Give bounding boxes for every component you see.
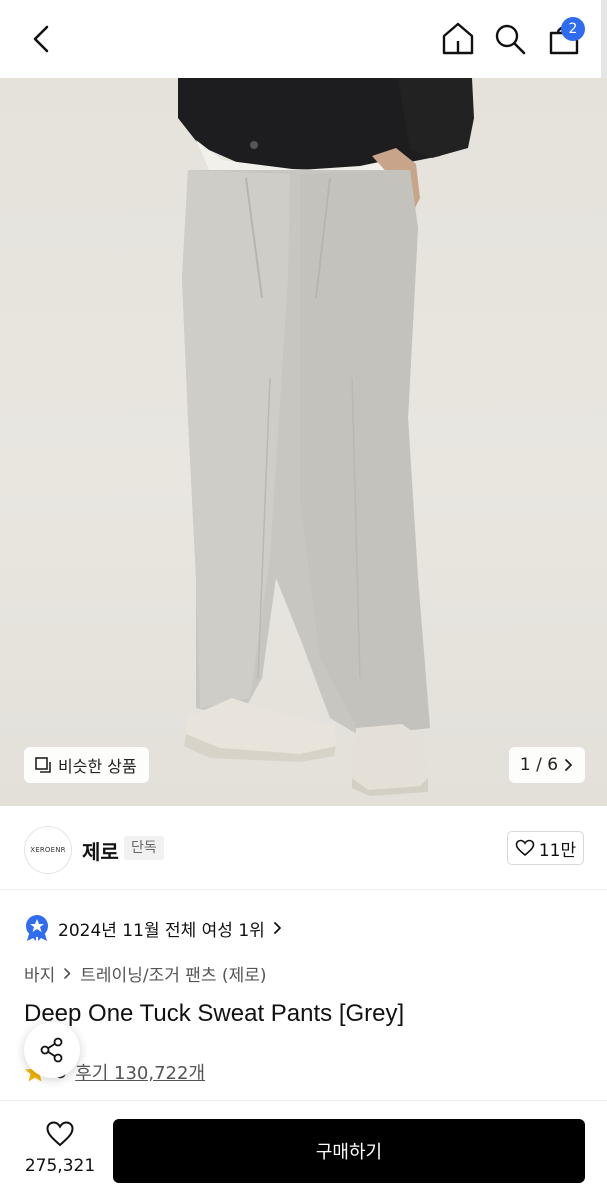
heart-icon xyxy=(46,1121,74,1147)
search-button[interactable] xyxy=(492,20,528,58)
product-photo xyxy=(178,78,474,796)
wishlist-count: 275,321 xyxy=(24,1156,96,1176)
ranking-link[interactable]: 2024년 11월 전체 여성 1위 xyxy=(24,912,283,944)
similar-products-button[interactable]: 비슷한 상품 xyxy=(24,747,149,783)
ranking-text: 2024년 11월 전체 여성 1위 xyxy=(58,920,265,941)
chevron-right-icon xyxy=(273,922,281,934)
buy-button[interactable]: 구매하기 xyxy=(113,1119,585,1183)
wishlist-button[interactable]: 275,321 xyxy=(14,1120,106,1180)
brand-logo[interactable]: XEROENR xyxy=(24,826,72,874)
brand-logo-text: XEROENR xyxy=(30,846,66,854)
home-button[interactable] xyxy=(440,20,476,58)
ranking-medal-icon xyxy=(26,915,48,941)
breadcrumb: 바지 트레이닝/조거 팬츠 (제로) xyxy=(24,960,266,986)
breadcrumb-item-category[interactable]: 바지 xyxy=(24,961,55,986)
heart-icon xyxy=(515,839,535,857)
similar-products-label: 비슷한 상품 xyxy=(58,757,137,776)
scrollbar[interactable] xyxy=(601,0,607,78)
share-button[interactable] xyxy=(24,1022,80,1078)
brand-like-count: 11만 xyxy=(538,840,577,861)
pager-text: 1 / 6 xyxy=(519,755,559,775)
back-arrow-icon xyxy=(33,25,49,53)
share-icon xyxy=(40,1037,63,1063)
image-pager[interactable]: 1 / 6 xyxy=(509,747,585,783)
exclusive-badge: 단독 xyxy=(124,836,164,860)
back-button[interactable] xyxy=(22,20,62,60)
cart-count-badge: 2 xyxy=(561,17,585,41)
chevron-right-icon xyxy=(565,759,572,771)
home-icon xyxy=(442,22,474,55)
breadcrumb-item-subcategory[interactable]: 트레이닝/조거 팬츠 (제로) xyxy=(80,961,266,986)
review-count-link[interactable]: 후기 130,722개 xyxy=(75,1059,205,1085)
brand-name[interactable]: 제로 xyxy=(82,836,119,865)
brand-like-button[interactable]: 11만 xyxy=(507,831,584,865)
product-title: Deep One Tuck Sweat Pants [Grey] xyxy=(24,1000,405,1027)
search-icon xyxy=(495,24,526,55)
chevron-right-icon xyxy=(64,967,71,979)
top-app-bar: 2 xyxy=(0,0,607,78)
similar-items-icon xyxy=(35,757,51,773)
product-image-gallery[interactable] xyxy=(0,78,607,806)
